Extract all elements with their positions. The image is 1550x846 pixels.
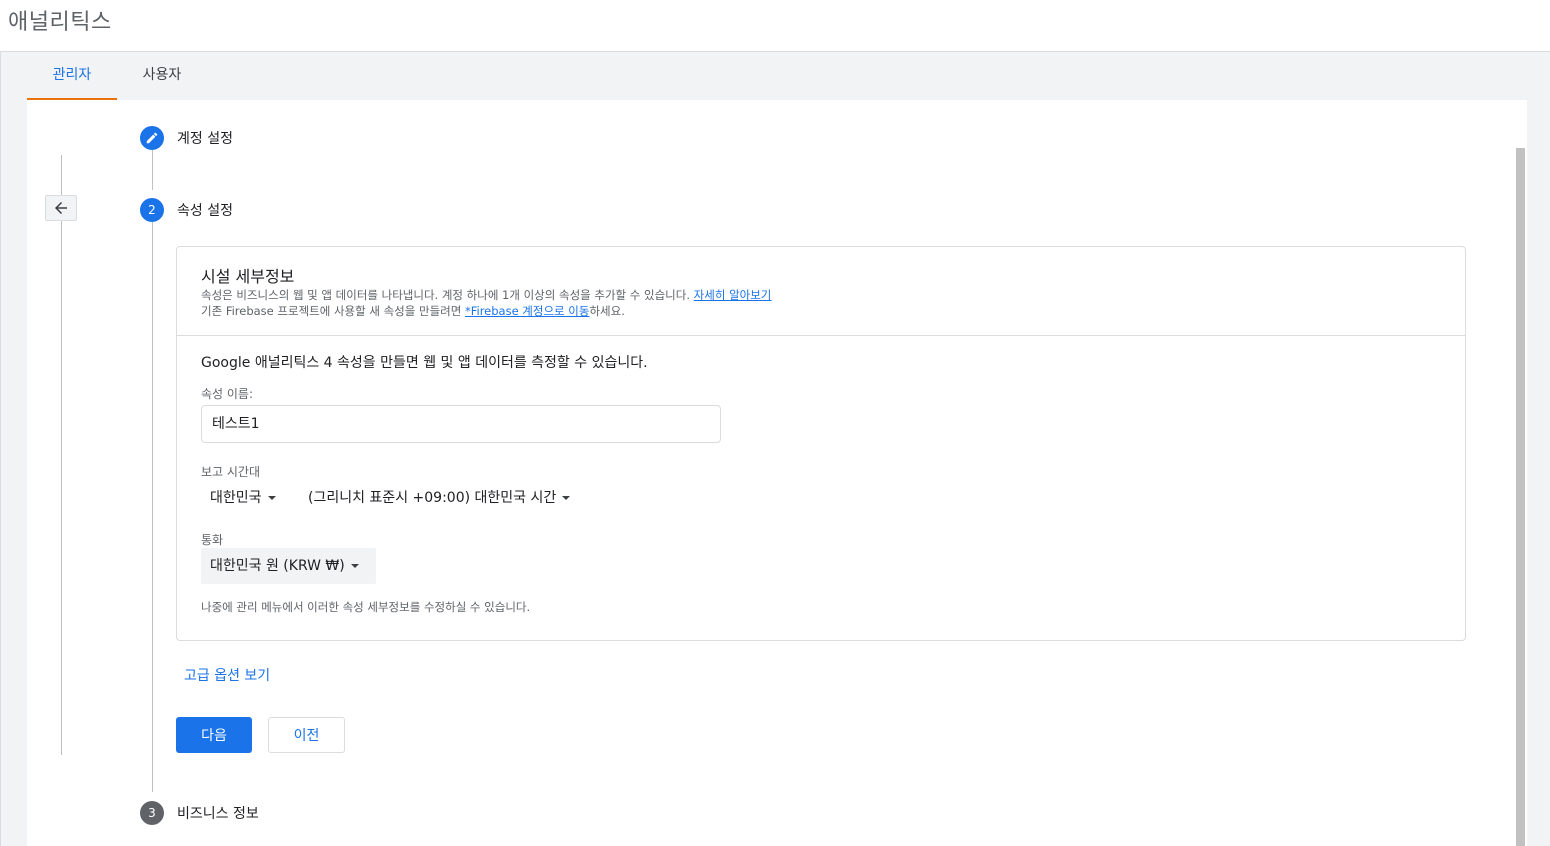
app-title: 애널리틱스 <box>8 10 112 35</box>
country-select[interactable]: 대한민국 <box>210 487 276 507</box>
step-3-label: 비즈니스 정보 <box>177 806 259 822</box>
step-connector <box>152 150 153 190</box>
scrollbar[interactable] <box>1516 148 1525 846</box>
step-2-label: 속성 설정 <box>177 203 233 219</box>
dropdown-arrow-icon <box>562 496 571 500</box>
step-3-indicator: 3 <box>140 801 164 825</box>
tab-admin[interactable]: 관리자 <box>27 52 117 100</box>
firebase-text-prefix: 기존 Firebase 프로젝트에 사용할 새 속성을 만들려면 <box>201 304 465 318</box>
property-name-input[interactable]: 테스트1 <box>201 405 721 443</box>
step-2-indicator: 2 <box>140 198 164 222</box>
panel-header: 시설 세부정보 속성은 비즈니스의 웹 및 앱 데이터를 나타냅니다. 계정 하… <box>177 247 1465 336</box>
currency-label: 통화 <box>201 533 224 547</box>
back-button[interactable] <box>45 195 77 221</box>
dropdown-arrow-icon <box>350 564 359 568</box>
learn-more-link[interactable]: 자세히 알아보기 <box>694 288 772 302</box>
panel-title: 시설 세부정보 <box>201 267 295 286</box>
currency-select[interactable]: 대한민국 원 (KRW ₩) <box>201 548 376 584</box>
tab-users[interactable]: 사용자 <box>127 52 197 98</box>
firebase-link[interactable]: *Firebase 계정으로 이동 <box>465 304 589 318</box>
firebase-description: 기존 Firebase 프로젝트에 사용할 새 속성을 만들려면 *Fireba… <box>201 303 625 319</box>
pencil-icon <box>145 131 159 145</box>
advanced-options-link[interactable]: 고급 옵션 보기 <box>184 665 270 685</box>
country-value: 대한민국 <box>210 490 262 506</box>
previous-button[interactable]: 이전 <box>268 717 345 753</box>
property-name-label: 속성 이름: <box>201 387 254 401</box>
step-1-indicator <box>140 126 164 150</box>
description-text: 속성은 비즈니스의 웹 및 앱 데이터를 나타냅니다. 계정 하나에 1개 이상… <box>201 288 691 302</box>
arrow-back-icon <box>52 199 70 217</box>
top-bar: 애널리틱스 <box>0 0 1550 52</box>
dropdown-arrow-icon <box>267 496 276 500</box>
back-rail <box>61 155 62 755</box>
timezone-value: (그리니치 표준시 +09:00) 대한민국 시간 <box>308 490 557 506</box>
ga4-intro: Google 애널리틱스 4 속성을 만들면 웹 및 앱 데이터를 측정할 수 … <box>201 355 648 371</box>
timezone-label: 보고 시간대 <box>201 465 261 479</box>
property-details-panel: 시설 세부정보 속성은 비즈니스의 웹 및 앱 데이터를 나타냅니다. 계정 하… <box>176 246 1466 641</box>
currency-value: 대한민국 원 (KRW ₩) <box>210 558 345 574</box>
step-connector <box>152 222 153 792</box>
next-button[interactable]: 다음 <box>176 717 252 753</box>
edit-later-note: 나중에 관리 메뉴에서 이러한 속성 세부정보를 수정하실 수 있습니다. <box>201 600 531 614</box>
timezone-select[interactable]: (그리니치 표준시 +09:00) 대한민국 시간 <box>308 487 571 507</box>
firebase-text-suffix: 하세요. <box>589 304 625 318</box>
step-1-label[interactable]: 계정 설정 <box>177 128 233 148</box>
panel-description: 속성은 비즈니스의 웹 및 앱 데이터를 나타냅니다. 계정 하나에 1개 이상… <box>201 287 771 303</box>
